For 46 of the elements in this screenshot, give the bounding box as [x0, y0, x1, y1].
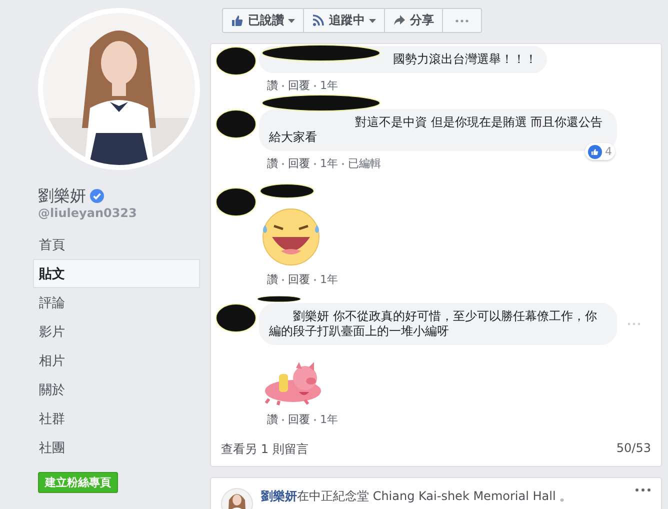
comment-meta: 1年 [320, 78, 338, 93]
nav-item[interactable]: 評論 [33, 288, 200, 317]
view-more-comments-link[interactable]: 查看另 1 則留言 [221, 441, 308, 458]
reaction-count: 4 [585, 143, 615, 160]
post-header: 劉樂妍在中正紀念堂 Chiang Kai-shek Memorial Hall 。 [261, 488, 573, 505]
comment-action-link[interactable]: 回覆 [288, 78, 310, 93]
comment-action-link[interactable]: 讚 [267, 156, 278, 171]
caret-icon [288, 18, 295, 22]
nav-item[interactable]: 社團 [33, 433, 200, 462]
comment-action-link[interactable]: 回覆 [288, 412, 310, 427]
action-button[interactable]: 已說讚 [222, 8, 304, 33]
comment-action-link[interactable]: 回覆 [288, 272, 310, 287]
nav-item[interactable]: 影片 [33, 317, 200, 346]
comment-count: 50/53 [616, 441, 651, 457]
comment-text: 對這不是中資 但是你現在是賄選 而且你還公告給大家看 [269, 115, 604, 145]
nav-item[interactable]: 相片 [33, 346, 200, 375]
page-handle: @liuleyan0323 [38, 206, 138, 220]
page-name: 劉樂妍 [38, 186, 86, 206]
nav-item[interactable]: 社群 [33, 404, 200, 433]
comment-meta: 1年 [320, 272, 338, 287]
caret-icon [369, 18, 376, 22]
thumbs-up-icon [231, 14, 244, 27]
comment-action-link[interactable]: 讚 [267, 78, 278, 93]
comment-action-link[interactable]: 讚 [267, 272, 278, 287]
nav-item[interactable]: 首頁 [33, 230, 200, 259]
comment-meta: 1年 [320, 412, 338, 427]
redaction-mark [215, 187, 257, 217]
nav-item[interactable]: 關於 [33, 375, 200, 404]
more-icon [455, 18, 469, 22]
action-button[interactable]: 分享 [385, 8, 443, 33]
redaction-mark [215, 109, 257, 139]
comment-meta: 1年 [320, 156, 338, 171]
comment-text: 國勢力滾出台灣選舉！！！ [393, 52, 537, 67]
redaction-mark [215, 46, 257, 76]
comment-action-link[interactable]: 回覆 [288, 156, 310, 171]
share-arrow-icon [393, 14, 406, 27]
comment-meta: 已編輯 [348, 156, 381, 171]
redaction-mark [259, 183, 315, 199]
like-icon [588, 144, 602, 158]
nav-item[interactable]: 貼文 [33, 259, 200, 288]
more-button[interactable] [443, 8, 482, 33]
comment-action-link[interactable]: 讚 [267, 412, 278, 427]
more-icon[interactable] [635, 488, 651, 492]
comment-text: 劉樂妍 你不從政真的好可惜，至少可以勝任幕僚工作，你編的段子打趴臺面上的一堆小編呀 [269, 309, 598, 339]
rss-icon [312, 14, 325, 27]
action-button[interactable]: 追蹤中 [304, 8, 385, 33]
